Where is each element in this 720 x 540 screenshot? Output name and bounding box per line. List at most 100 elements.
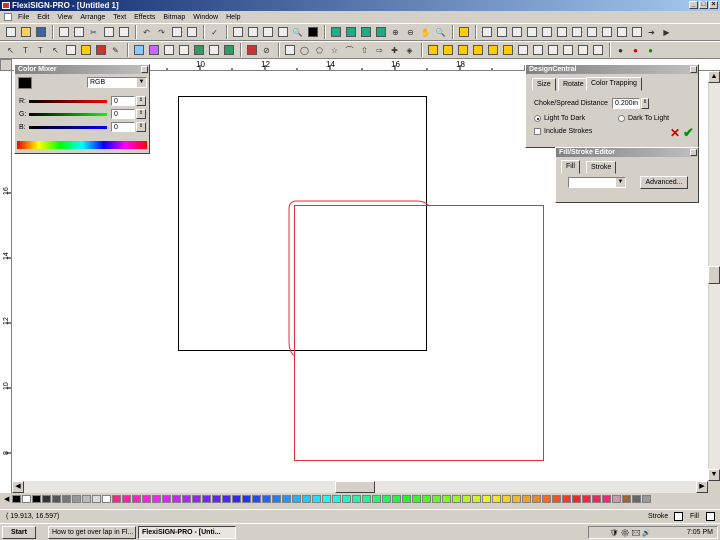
- combine-icon[interactable]: [540, 26, 553, 39]
- swatch[interactable]: [112, 495, 122, 503]
- zoom-in-icon[interactable]: ⊕: [389, 26, 402, 39]
- output-icon[interactable]: [72, 26, 85, 39]
- green-spinner[interactable]: ⇕: [136, 109, 146, 119]
- swatch[interactable]: [352, 495, 362, 503]
- align-left-icon[interactable]: [426, 44, 439, 57]
- swatch[interactable]: [462, 495, 472, 503]
- swatch[interactable]: [302, 495, 312, 503]
- red-spinner[interactable]: ⇕: [136, 96, 146, 106]
- blue-slider[interactable]: [29, 126, 107, 129]
- swatch[interactable]: [242, 495, 252, 503]
- zoom-out-icon[interactable]: ⊖: [404, 26, 417, 39]
- save-icon[interactable]: [34, 26, 47, 39]
- vertical-scrollbar[interactable]: ▲ ▼: [708, 71, 720, 481]
- ungroup-icon[interactable]: [525, 26, 538, 39]
- swatch[interactable]: [232, 495, 242, 503]
- swatch[interactable]: [452, 495, 462, 503]
- green-dot-icon[interactable]: ●: [614, 44, 627, 57]
- swatch[interactable]: [62, 495, 72, 503]
- spiral-icon[interactable]: ◈: [403, 44, 416, 57]
- choke-spinner[interactable]: ⇕: [641, 98, 649, 109]
- open-icon[interactable]: [19, 26, 32, 39]
- hand-icon[interactable]: ✋: [419, 26, 432, 39]
- layers-icon[interactable]: [276, 26, 289, 39]
- swatch[interactable]: [32, 495, 42, 503]
- chevron-down-icon[interactable]: ▼: [137, 78, 146, 87]
- ruler-corner[interactable]: [0, 59, 12, 71]
- node-tool-icon[interactable]: ↖: [49, 44, 62, 57]
- align-middle-icon[interactable]: [486, 44, 499, 57]
- fill-tool-icon[interactable]: [79, 44, 92, 57]
- fill-swatch[interactable]: [706, 512, 715, 521]
- design-central-close-icon[interactable]: [690, 66, 697, 73]
- rectangle-tool-icon[interactable]: [64, 44, 77, 57]
- scroll-up-icon[interactable]: ▲: [708, 71, 720, 83]
- taskbar-button-browser[interactable]: How to get over lap in Fl...: [48, 525, 136, 539]
- preview-icon[interactable]: [306, 26, 319, 39]
- red-value[interactable]: 0: [111, 96, 135, 106]
- include-strokes-option[interactable]: Include Strokes: [534, 128, 592, 135]
- send-icon[interactable]: [630, 26, 643, 39]
- advanced-button[interactable]: Advanced...: [640, 176, 688, 189]
- horizontal-scrollbar[interactable]: ◀ ▶: [12, 481, 708, 493]
- arrow-icon[interactable]: ➔: [645, 26, 658, 39]
- swatch[interactable]: [292, 495, 302, 503]
- text-tool-icon[interactable]: T: [19, 44, 32, 57]
- align-bottom-icon[interactable]: [501, 44, 514, 57]
- swatch[interactable]: [252, 495, 262, 503]
- dist-h-icon[interactable]: [561, 44, 574, 57]
- swatch[interactable]: [372, 495, 382, 503]
- grid-icon[interactable]: [246, 26, 259, 39]
- swatch[interactable]: [102, 495, 112, 503]
- swatch[interactable]: [92, 495, 102, 503]
- check-icon[interactable]: ✓: [208, 26, 221, 39]
- bitmap-icon[interactable]: [147, 44, 160, 57]
- space-h-icon[interactable]: [516, 44, 529, 57]
- zoom-icon[interactable]: 🔍: [291, 26, 304, 39]
- black-square[interactable]: [178, 96, 427, 351]
- mirror-icon[interactable]: [615, 26, 628, 39]
- swatch[interactable]: [312, 495, 322, 503]
- swatch[interactable]: [492, 495, 502, 503]
- rotate-icon[interactable]: [185, 26, 198, 39]
- color-bar-icon[interactable]: [94, 44, 107, 57]
- swatch[interactable]: [412, 495, 422, 503]
- scroll-down-icon[interactable]: ▼: [708, 469, 720, 481]
- swatch[interactable]: [512, 495, 522, 503]
- menu-bitmap[interactable]: Bitmap: [159, 14, 189, 21]
- swatch[interactable]: [162, 495, 172, 503]
- star-icon[interactable]: ☆: [328, 44, 341, 57]
- no-icon[interactable]: ⊘: [260, 44, 273, 57]
- scroll-left-icon[interactable]: ◀: [12, 481, 24, 493]
- swatch[interactable]: [142, 495, 152, 503]
- align-center-icon[interactable]: [441, 44, 454, 57]
- swatch[interactable]: [442, 495, 452, 503]
- swatch[interactable]: [132, 495, 142, 503]
- blue-value[interactable]: 0: [111, 122, 135, 132]
- swatch[interactable]: [532, 495, 542, 503]
- swatch[interactable]: [282, 495, 292, 503]
- light-to-dark-option[interactable]: Light To Dark: [534, 115, 585, 122]
- text-path-icon[interactable]: T: [34, 44, 47, 57]
- cancel-x-icon[interactable]: ✕: [670, 127, 680, 139]
- swatch[interactable]: [552, 495, 562, 503]
- frame-icon[interactable]: [374, 26, 387, 39]
- swatch[interactable]: [432, 495, 442, 503]
- vertical-scroll-thumb[interactable]: [708, 266, 720, 284]
- spectrum-bar[interactable]: [17, 141, 147, 149]
- redo-icon[interactable]: ↷: [155, 26, 168, 39]
- swatch[interactable]: [562, 495, 572, 503]
- page-icon[interactable]: [261, 26, 274, 39]
- select-tool-icon[interactable]: ↖: [4, 44, 17, 57]
- fill-chevron-down-icon[interactable]: ▼: [616, 178, 625, 187]
- print-icon[interactable]: [57, 26, 70, 39]
- flip-icon[interactable]: [600, 26, 613, 39]
- center-page-icon[interactable]: [546, 44, 559, 57]
- swatch[interactable]: [342, 495, 352, 503]
- palette-left-icon[interactable]: ◀: [4, 495, 9, 503]
- menu-text[interactable]: Text: [109, 14, 130, 21]
- menu-file[interactable]: File: [14, 14, 33, 21]
- maximize-button[interactable]: □: [699, 1, 708, 9]
- green-value[interactable]: 0: [111, 109, 135, 119]
- cut-icon[interactable]: ✂: [87, 26, 100, 39]
